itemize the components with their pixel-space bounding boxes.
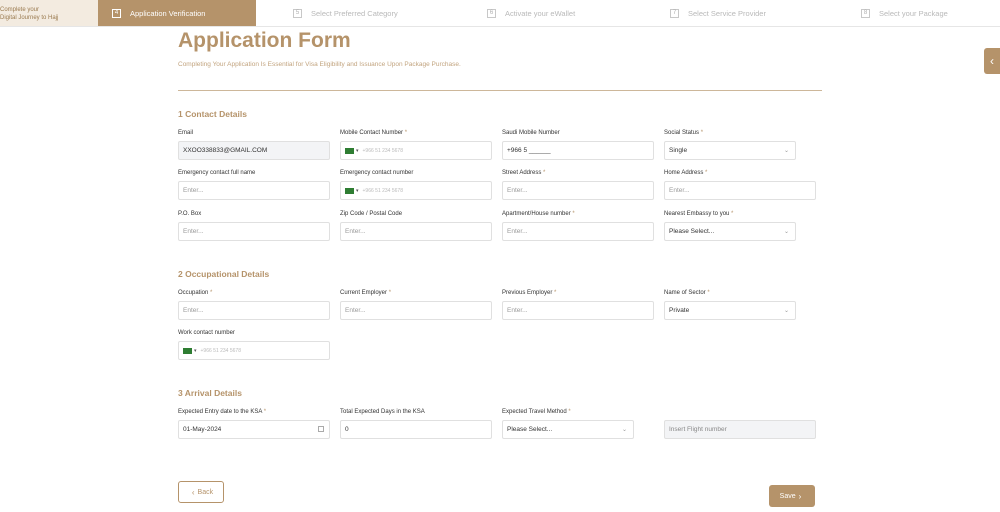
flight-number-input[interactable]: Insert Flight number — [664, 420, 816, 439]
chevron-down-icon: ⌄ — [783, 229, 789, 235]
step-activate-ewallet[interactable]: 6 Activate your eWallet — [487, 0, 575, 26]
chevron-down-icon: ⌄ — [783, 148, 789, 154]
step-select-package[interactable]: 8 Select your Package — [861, 0, 948, 26]
chevron-down-icon[interactable]: ▾ — [194, 348, 197, 354]
work-contact-label: Work contact number — [178, 330, 235, 336]
section-arrival-details: 3 Arrival Details — [178, 388, 242, 398]
step-number: 7 — [670, 8, 679, 18]
home-address-input[interactable]: Enter... — [664, 181, 816, 200]
apartment-number-input[interactable]: Enter... — [502, 222, 654, 241]
emergency-name-label: Emergency contact full name — [178, 170, 256, 176]
calendar-icon[interactable] — [318, 426, 324, 432]
step-select-preferred-category[interactable]: 5 Select Preferred Category — [293, 0, 398, 26]
step-number: 5 — [293, 8, 302, 18]
occupation-input[interactable]: Enter... — [178, 301, 330, 320]
step-number: 4 — [112, 8, 121, 18]
street-address-input[interactable]: Enter... — [502, 181, 654, 200]
sector-label: Name of Sector * — [664, 290, 710, 296]
email-label: Email — [178, 130, 194, 136]
nearest-embassy-label: Nearest Embassy to you * — [664, 211, 734, 217]
entry-date-input[interactable]: 01-May-2024 — [178, 420, 330, 439]
progress-stepper: Complete your Digital Journey to Hajj 4 … — [0, 0, 1000, 27]
step-label: Activate your eWallet — [505, 8, 576, 18]
previous-employer-input[interactable]: Enter... — [502, 301, 654, 320]
entry-date-label: Expected Entry date to the KSA * — [178, 409, 267, 415]
chevron-down-icon: ⌄ — [783, 308, 789, 314]
step-label: Select Service Provider — [688, 8, 766, 18]
emergency-number-input[interactable]: ▾ +966 51 234 5678 — [340, 181, 492, 200]
header-divider — [178, 90, 822, 91]
sector-select[interactable]: Private ⌄ — [664, 301, 796, 320]
expected-days-input[interactable]: 0 — [340, 420, 492, 439]
step-application-verification[interactable]: 4 Application Verification — [98, 0, 256, 26]
emergency-number-label: Emergency contact number — [340, 170, 414, 176]
step-select-service-provider[interactable]: 7 Select Service Provider — [670, 0, 766, 26]
step-label: Application Verification — [130, 8, 206, 18]
save-button[interactable]: Save › — [769, 485, 815, 507]
side-panel-toggle[interactable]: ‹ — [984, 48, 1000, 74]
intro-line-1: Complete your — [0, 7, 40, 13]
step-number: 8 — [861, 8, 870, 18]
saudi-flag-icon — [183, 347, 192, 354]
intro-line-2: Digital Journey to Hajj — [0, 15, 59, 21]
po-box-label: P.O. Box — [178, 211, 202, 217]
nearest-embassy-select[interactable]: Please Select... ⌄ — [664, 222, 796, 241]
journey-intro: Complete your Digital Journey to Hajj — [0, 0, 98, 26]
email-field[interactable]: XXOO338833@GMAIL.COM — [178, 141, 330, 160]
saudi-flag-icon — [345, 187, 354, 194]
social-status-select[interactable]: Single ⌄ — [664, 141, 796, 160]
zip-code-input[interactable]: Enter... — [340, 222, 492, 241]
saudi-mobile-label: Saudi Mobile Number — [502, 130, 560, 136]
chevron-right-icon: › — [798, 491, 802, 501]
expected-days-label: Total Expected Days in the KSA — [340, 409, 425, 415]
step-label: Select Preferred Category — [311, 8, 398, 18]
social-status-label: Social Status * — [664, 130, 704, 136]
page-subtitle: Completing Your Application Is Essential… — [178, 61, 461, 68]
apartment-number-label: Apartment/House number * — [502, 211, 575, 217]
current-employer-label: Current Employer * — [340, 290, 392, 296]
travel-method-select[interactable]: Please Select... ⌄ — [502, 420, 634, 439]
previous-employer-label: Previous Employer * — [502, 290, 557, 296]
page-title: Application Form — [178, 29, 351, 52]
po-box-input[interactable]: Enter... — [178, 222, 330, 241]
zip-code-label: Zip Code / Postal Code — [340, 211, 403, 217]
saudi-flag-icon — [345, 147, 354, 154]
chevron-down-icon: ⌄ — [621, 427, 627, 433]
mobile-contact-label: Mobile Contact Number * — [340, 130, 408, 136]
current-employer-input[interactable]: Enter... — [340, 301, 492, 320]
back-button[interactable]: ‹ Back — [178, 481, 224, 503]
mobile-contact-input[interactable]: ▾ +966 51 234 5678 — [340, 141, 492, 160]
chevron-down-icon[interactable]: ▾ — [356, 188, 359, 194]
occupation-label: Occupation * — [178, 290, 213, 296]
chevron-down-icon[interactable]: ▾ — [356, 148, 359, 154]
street-address-label: Street Address * — [502, 170, 546, 176]
chevron-left-icon: ‹ — [191, 487, 195, 497]
home-address-label: Home Address * — [664, 170, 708, 176]
section-occupational-details: 2 Occupational Details — [178, 269, 270, 279]
section-contact-details: 1 Contact Details — [178, 109, 247, 119]
saudi-mobile-input[interactable]: +966 5 ______ — [502, 141, 654, 160]
step-number: 6 — [487, 8, 496, 18]
work-contact-input[interactable]: ▾ +966 51 234 5678 — [178, 341, 330, 360]
chevron-left-icon: ‹ — [990, 54, 994, 68]
travel-method-label: Expected Travel Method * — [502, 409, 571, 415]
emergency-name-input[interactable]: Enter... — [178, 181, 330, 200]
step-label: Select your Package — [879, 8, 948, 18]
